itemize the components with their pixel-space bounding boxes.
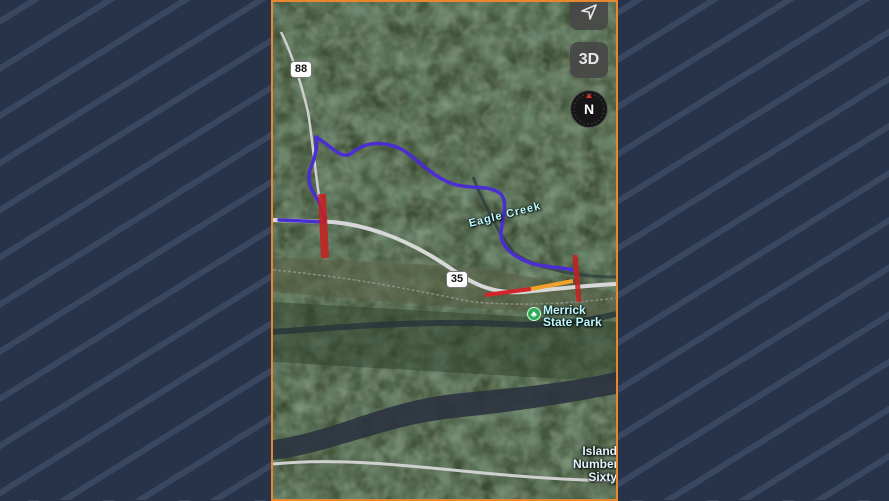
location-arrow-icon <box>581 4 597 20</box>
3d-view-button[interactable]: 3D <box>570 42 608 78</box>
island-label[interactable]: Island Number Sixty <box>573 445 617 484</box>
satellite-map[interactable] <box>273 2 616 499</box>
tree-icon[interactable]: ♣ <box>527 307 541 321</box>
park-label-line2: State Park <box>543 315 602 329</box>
closure-marker-west <box>318 193 329 259</box>
compass-button[interactable]: N <box>570 90 608 128</box>
map-viewport[interactable]: 88 35 Eagle Creek ♣ Merrick State Park I… <box>271 0 618 501</box>
merrick-state-park-label[interactable]: Merrick State Park <box>543 304 602 328</box>
highway-35-shield: 35 <box>446 271 468 288</box>
locate-button[interactable] <box>570 2 608 30</box>
compass-north-label: N <box>583 101 595 117</box>
island-label-line3: Sixty <box>588 470 617 484</box>
highway-88-shield: 88 <box>290 61 312 78</box>
